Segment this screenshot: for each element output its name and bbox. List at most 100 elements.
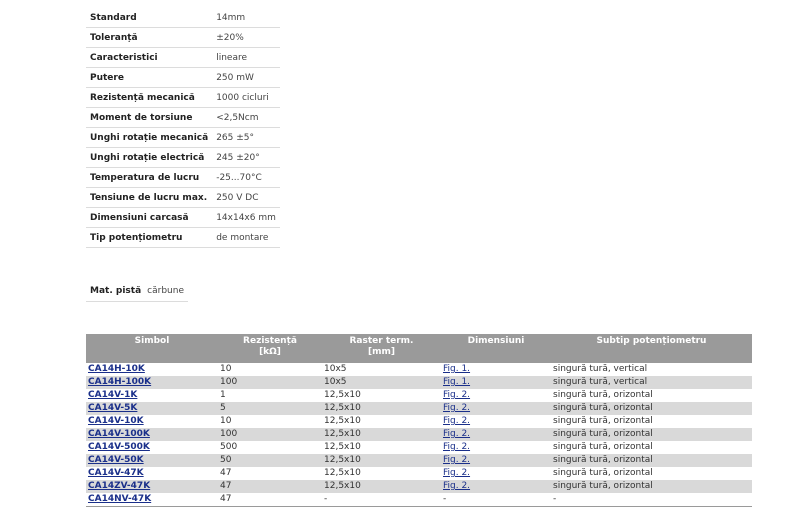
- dimension-cell: -: [441, 493, 551, 507]
- spec-value: ±20%: [212, 27, 280, 48]
- subtype-cell: singură tură, orizontal: [553, 416, 653, 426]
- product-symbol-link[interactable]: CA14V-50K: [88, 455, 144, 465]
- subtype-cell: singură tură, orizontal: [551, 480, 752, 493]
- subtype-cell: singură tură, orizontal: [553, 442, 653, 452]
- raster-cell: 12,5x10: [324, 390, 361, 400]
- table-row: CA14V-47K 47 12,5x10 Fig. 2. singură tur…: [86, 467, 752, 480]
- spec-value: de montare: [212, 227, 280, 248]
- subtype-cell: singură tură, orizontal: [553, 468, 653, 478]
- spec-label: Temperatura de lucru: [86, 167, 213, 188]
- spec-value: 250 V DC: [212, 187, 280, 208]
- product-symbol-link[interactable]: CA14V-5K: [88, 403, 137, 413]
- product-symbol-link[interactable]: CA14V-100K: [88, 429, 150, 439]
- spec-row: Caracteristici lineare: [86, 47, 280, 68]
- resistance-cell: 10: [220, 364, 232, 374]
- table-row: CA14V-500K 500 12,5x10 Fig. 2. singură t…: [86, 441, 752, 454]
- header-raster: Raster term. [mm]: [322, 334, 441, 363]
- subtype-cell: singură tură, orizontal: [551, 402, 752, 415]
- table-row: CA14NV-47K 47 - - -: [86, 493, 752, 507]
- resistance-cell: 47: [218, 480, 322, 493]
- raster-cell: 12,5x10: [324, 442, 361, 452]
- header-subtip: Subtip potențiometru: [551, 334, 752, 363]
- specifications-table: Standard 14mm Toleranță ±20% Caracteristic…: [86, 8, 280, 248]
- spec-row: Standard 14mm: [86, 8, 280, 28]
- table-row: CA14V-50K 50 12,5x10 Fig. 2. singură tur…: [86, 454, 752, 467]
- product-symbol-link[interactable]: CA14V-10K: [88, 416, 144, 426]
- spec-row: Rezistență mecanică 1000 cicluri: [86, 87, 280, 108]
- table-row: CA14V-1K 1 12,5x10 Fig. 2. singură tură,…: [86, 389, 752, 402]
- dimension-figure-link[interactable]: Fig. 2.: [443, 468, 470, 478]
- raster-cell: 12,5x10: [324, 468, 361, 478]
- spec-value: 250 mW: [212, 67, 280, 88]
- raster-cell: 12,5x10: [322, 480, 441, 493]
- table-row: CA14H-10K 10 10x5 Fig. 1. singură tură, …: [86, 363, 752, 376]
- dimension-figure-link[interactable]: Fig. 2.: [443, 442, 470, 452]
- track-material: Mat. pistă cărbune: [86, 282, 188, 302]
- spec-label: Dimensiuni carcasă: [86, 207, 213, 228]
- subtype-cell: singură tură, orizontal: [551, 428, 752, 441]
- spec-value: 14mm: [212, 8, 280, 28]
- raster-cell: 12,5x10: [324, 416, 361, 426]
- raster-cell: 10x5: [324, 364, 347, 374]
- subtype-cell: singură tură, orizontal: [553, 390, 653, 400]
- table-row: CA14ZV-47K 47 12,5x10 Fig. 2. singură tu…: [86, 480, 752, 493]
- raster-cell: 12,5x10: [322, 428, 441, 441]
- spec-label: Moment de torsiune: [86, 107, 213, 128]
- spec-value: -25...70°C: [212, 167, 280, 188]
- table-row: CA14V-5K 5 12,5x10 Fig. 2. singură tură,…: [86, 402, 752, 415]
- resistance-cell: 500: [220, 442, 238, 452]
- spec-label: Putere: [86, 67, 213, 88]
- product-symbol-link[interactable]: CA14V-1K: [88, 390, 137, 400]
- product-symbol-link[interactable]: CA14H-10K: [88, 364, 145, 374]
- product-symbol-link[interactable]: CA14V-47K: [88, 468, 144, 478]
- dimension-figure-link[interactable]: Fig. 2.: [443, 390, 470, 400]
- subtype-cell: singură tură, vertical: [551, 376, 752, 389]
- spec-value: <2,5Ncm: [212, 107, 280, 128]
- dimension-figure-link[interactable]: Fig. 1.: [443, 364, 470, 374]
- header-rezistenta: Rezistență [kΩ]: [218, 334, 322, 363]
- table-row: CA14V-10K 10 12,5x10 Fig. 2. singură tur…: [86, 415, 752, 428]
- spec-value: lineare: [212, 47, 280, 68]
- resistance-cell: 47: [218, 493, 322, 507]
- spec-row: Tip potențiometru de montare: [86, 227, 280, 248]
- subtype-cell: -: [551, 493, 752, 507]
- spec-label: Toleranță: [86, 27, 213, 48]
- product-symbol-link[interactable]: CA14H-100K: [88, 377, 151, 387]
- spec-row: Unghi rotație mecanică 265 ±5°: [86, 127, 280, 148]
- table-row: CA14H-100K 100 10x5 Fig. 1. singură tură…: [86, 376, 752, 389]
- raster-cell: 10x5: [322, 376, 441, 389]
- spec-row: Temperatura de lucru -25...70°C: [86, 167, 280, 188]
- spec-label: Standard: [86, 8, 213, 28]
- spec-row: Dimensiuni carcasă 14x14x6 mm: [86, 207, 280, 228]
- header-dimensiuni: Dimensiuni: [441, 334, 551, 363]
- product-symbol-link[interactable]: CA14V-500K: [88, 442, 150, 452]
- raster-cell: 12,5x10: [322, 454, 441, 467]
- spec-label: Rezistență mecanică: [86, 87, 213, 108]
- product-symbol-link[interactable]: CA14NV-47K: [88, 494, 151, 504]
- spec-label: Tip potențiometru: [86, 227, 213, 248]
- subtype-cell: singură tură, vertical: [553, 364, 648, 374]
- spec-label: Caracteristici: [86, 47, 213, 68]
- spec-value: 14x14x6 mm: [212, 207, 280, 228]
- raster-cell: 12,5x10: [322, 402, 441, 415]
- dimension-figure-link[interactable]: Fig. 2.: [443, 403, 470, 413]
- dimension-figure-link[interactable]: Fig. 2.: [443, 416, 470, 426]
- spec-row: Tensiune de lucru max. 250 V DC: [86, 187, 280, 208]
- raster-cell: -: [322, 493, 441, 507]
- dimension-figure-link[interactable]: Fig. 1.: [443, 377, 470, 387]
- dimension-figure-link[interactable]: Fig. 2.: [443, 481, 470, 491]
- spec-row: Moment de torsiune <2,5Ncm: [86, 107, 280, 128]
- resistance-cell: 5: [218, 402, 322, 415]
- spec-value: 1000 cicluri: [212, 87, 280, 108]
- spec-label: Unghi rotație mecanică: [86, 127, 213, 148]
- resistance-cell: 10: [220, 416, 232, 426]
- track-material-value: cărbune: [147, 286, 184, 296]
- dimension-figure-link[interactable]: Fig. 2.: [443, 455, 470, 465]
- product-symbol-link[interactable]: CA14ZV-47K: [88, 481, 150, 491]
- product-table-header: Simbol Rezistență [kΩ] Raster term. [mm] D…: [86, 334, 752, 363]
- spec-label: Unghi rotație electrică: [86, 147, 213, 168]
- table-row: CA14V-100K 100 12,5x10 Fig. 2. singură t…: [86, 428, 752, 441]
- dimension-figure-link[interactable]: Fig. 2.: [443, 429, 470, 439]
- spec-label: Tensiune de lucru max.: [86, 187, 213, 208]
- product-table: Simbol Rezistență [kΩ] Raster term. [mm] D…: [86, 334, 752, 507]
